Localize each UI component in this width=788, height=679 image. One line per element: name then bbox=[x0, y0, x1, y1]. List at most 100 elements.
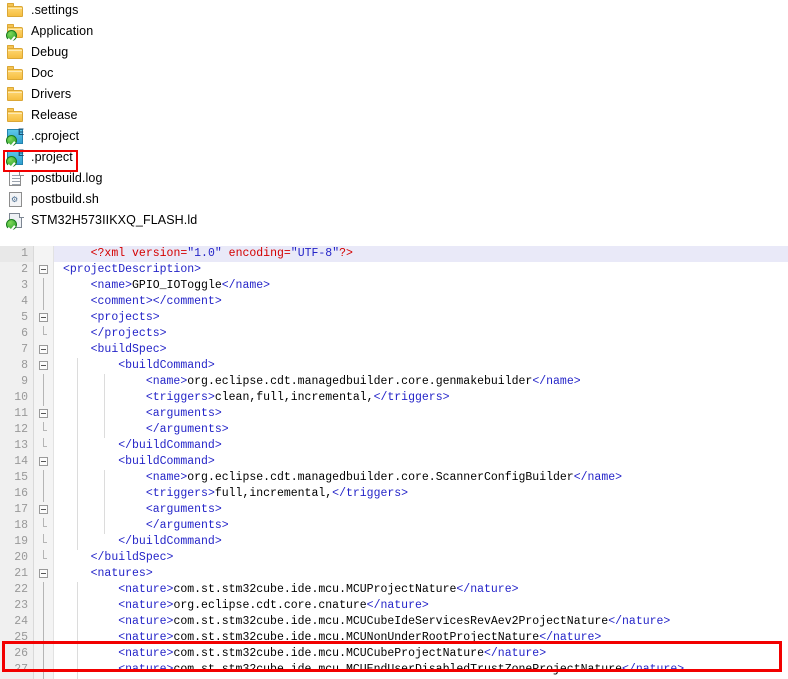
fold-gutter[interactable] bbox=[34, 598, 54, 614]
code-line[interactable]: 8 <buildCommand> bbox=[0, 358, 788, 374]
fold-gutter[interactable] bbox=[34, 310, 54, 326]
code-line[interactable]: 12 </arguments> bbox=[0, 422, 788, 438]
fold-gutter[interactable] bbox=[34, 550, 54, 566]
code-line[interactable]: 10 <triggers>clean,full,incremental,</tr… bbox=[0, 390, 788, 406]
code-text[interactable]: <buildCommand> bbox=[54, 358, 788, 374]
code-text[interactable]: <triggers>full,incremental,</triggers> bbox=[54, 486, 788, 502]
fold-collapse-icon[interactable] bbox=[39, 361, 48, 370]
tree-item[interactable]: E .project bbox=[0, 147, 788, 168]
code-line[interactable]: 23 <nature>org.eclipse.cdt.core.cnature<… bbox=[0, 598, 788, 614]
code-line[interactable]: 26 <nature>com.st.stm32cube.ide.mcu.MCUC… bbox=[0, 646, 788, 662]
code-line[interactable]: 27 <nature>com.st.stm32cube.ide.mcu.MCUE… bbox=[0, 662, 788, 678]
code-text[interactable]: <arguments> bbox=[54, 406, 788, 422]
code-line[interactable]: 22 <nature>com.st.stm32cube.ide.mcu.MCUP… bbox=[0, 582, 788, 598]
code-text[interactable]: <natures> bbox=[54, 566, 788, 582]
tree-item[interactable]: .settings bbox=[0, 0, 788, 21]
tree-item[interactable]: Drivers bbox=[0, 84, 788, 105]
code-text[interactable]: </arguments> bbox=[54, 518, 788, 534]
fold-gutter[interactable] bbox=[34, 374, 54, 390]
code-line[interactable]: 5 <projects> bbox=[0, 310, 788, 326]
fold-gutter[interactable] bbox=[34, 406, 54, 422]
fold-collapse-icon[interactable] bbox=[39, 313, 48, 322]
code-text[interactable]: <projectDescription> bbox=[54, 262, 788, 278]
code-text[interactable]: <projects> bbox=[54, 310, 788, 326]
code-text[interactable]: <buildCommand> bbox=[54, 454, 788, 470]
code-line[interactable]: 6 </projects> bbox=[0, 326, 788, 342]
code-line[interactable]: 3 <name>GPIO_IOToggle</name> bbox=[0, 278, 788, 294]
code-text[interactable]: </buildCommand> bbox=[54, 438, 788, 454]
fold-gutter[interactable] bbox=[34, 470, 54, 486]
code-line[interactable]: 14 <buildCommand> bbox=[0, 454, 788, 470]
code-line[interactable]: 2 <projectDescription> bbox=[0, 262, 788, 278]
fold-gutter[interactable] bbox=[34, 566, 54, 582]
code-text[interactable]: </buildSpec> bbox=[54, 550, 788, 566]
fold-gutter[interactable] bbox=[34, 454, 54, 470]
fold-gutter[interactable] bbox=[34, 534, 54, 550]
fold-gutter[interactable] bbox=[34, 518, 54, 534]
code-text[interactable]: <name>org.eclipse.cdt.managedbuilder.cor… bbox=[54, 374, 788, 390]
fold-collapse-icon[interactable] bbox=[39, 505, 48, 514]
code-line[interactable]: 17 <arguments> bbox=[0, 502, 788, 518]
tree-item[interactable]: Doc bbox=[0, 63, 788, 84]
fold-collapse-icon[interactable] bbox=[39, 457, 48, 466]
code-text[interactable]: <name>GPIO_IOToggle</name> bbox=[54, 278, 788, 294]
code-text[interactable]: <nature>com.st.stm32cube.ide.mcu.MCUCube… bbox=[54, 614, 788, 630]
code-text[interactable]: <nature>com.st.stm32cube.ide.mcu.MCUEndU… bbox=[54, 662, 788, 678]
code-text[interactable]: <name>org.eclipse.cdt.managedbuilder.cor… bbox=[54, 470, 788, 486]
fold-gutter[interactable] bbox=[34, 582, 54, 598]
fold-gutter[interactable] bbox=[34, 662, 54, 678]
code-line[interactable]: 13 </buildCommand> bbox=[0, 438, 788, 454]
code-line[interactable]: 1 <?xml version="1.0" encoding="UTF-8"?> bbox=[0, 246, 788, 262]
code-line[interactable]: 21 <natures> bbox=[0, 566, 788, 582]
code-text[interactable]: <?xml version="1.0" encoding="UTF-8"?> bbox=[54, 246, 788, 262]
code-text[interactable]: <nature>org.eclipse.cdt.core.cnature</na… bbox=[54, 598, 788, 614]
code-text[interactable]: <buildSpec> bbox=[54, 342, 788, 358]
fold-gutter[interactable] bbox=[34, 294, 54, 310]
fold-gutter[interactable] bbox=[34, 614, 54, 630]
code-line[interactable]: 11 <arguments> bbox=[0, 406, 788, 422]
tree-item[interactable]: STM32H573IIKXQ_FLASH.ld bbox=[0, 210, 788, 231]
fold-collapse-icon[interactable] bbox=[39, 265, 48, 274]
tree-item[interactable]: Application bbox=[0, 21, 788, 42]
fold-gutter[interactable] bbox=[34, 358, 54, 374]
code-line[interactable]: 16 <triggers>full,incremental,</triggers… bbox=[0, 486, 788, 502]
fold-gutter[interactable] bbox=[34, 390, 54, 406]
fold-gutter[interactable] bbox=[34, 262, 54, 278]
tree-item[interactable]: ⚙ postbuild.sh bbox=[0, 189, 788, 210]
tree-item[interactable]: Release bbox=[0, 105, 788, 126]
fold-gutter[interactable] bbox=[34, 646, 54, 662]
code-line[interactable]: 18 </arguments> bbox=[0, 518, 788, 534]
fold-gutter[interactable] bbox=[34, 422, 54, 438]
code-text[interactable]: </buildCommand> bbox=[54, 534, 788, 550]
fold-collapse-icon[interactable] bbox=[39, 409, 48, 418]
fold-gutter[interactable] bbox=[34, 278, 54, 294]
fold-collapse-icon[interactable] bbox=[39, 569, 48, 578]
fold-gutter[interactable] bbox=[34, 246, 54, 262]
tree-item[interactable]: postbuild.log bbox=[0, 168, 788, 189]
code-line[interactable]: 24 <nature>com.st.stm32cube.ide.mcu.MCUC… bbox=[0, 614, 788, 630]
fold-collapse-icon[interactable] bbox=[39, 345, 48, 354]
code-text[interactable]: <nature>com.st.stm32cube.ide.mcu.MCUNonU… bbox=[54, 630, 788, 646]
code-line[interactable]: 25 <nature>com.st.stm32cube.ide.mcu.MCUN… bbox=[0, 630, 788, 646]
code-text[interactable]: </projects> bbox=[54, 326, 788, 342]
code-line[interactable]: 15 <name>org.eclipse.cdt.managedbuilder.… bbox=[0, 470, 788, 486]
code-line[interactable]: 7 <buildSpec> bbox=[0, 342, 788, 358]
code-text[interactable]: <nature>com.st.stm32cube.ide.mcu.MCUProj… bbox=[54, 582, 788, 598]
fold-gutter[interactable] bbox=[34, 502, 54, 518]
fold-gutter[interactable] bbox=[34, 438, 54, 454]
tree-item[interactable]: Debug bbox=[0, 42, 788, 63]
code-line[interactable]: 19 </buildCommand> bbox=[0, 534, 788, 550]
fold-gutter[interactable] bbox=[34, 326, 54, 342]
code-line[interactable]: 20 </buildSpec> bbox=[0, 550, 788, 566]
code-text[interactable]: <triggers>clean,full,incremental,</trigg… bbox=[54, 390, 788, 406]
code-text[interactable]: <nature>com.st.stm32cube.ide.mcu.MCUCube… bbox=[54, 646, 788, 662]
tree-item[interactable]: E .cproject bbox=[0, 126, 788, 147]
code-text[interactable]: <comment></comment> bbox=[54, 294, 788, 310]
code-line[interactable]: 4 <comment></comment> bbox=[0, 294, 788, 310]
xml-code-editor[interactable]: 1 <?xml version="1.0" encoding="UTF-8"?>… bbox=[0, 246, 788, 679]
fold-gutter[interactable] bbox=[34, 630, 54, 646]
fold-gutter[interactable] bbox=[34, 342, 54, 358]
fold-gutter[interactable] bbox=[34, 486, 54, 502]
file-explorer-tree[interactable]: .settings Application Debug Doc Drivers Relea… bbox=[0, 0, 788, 241]
code-text[interactable]: <arguments> bbox=[54, 502, 788, 518]
